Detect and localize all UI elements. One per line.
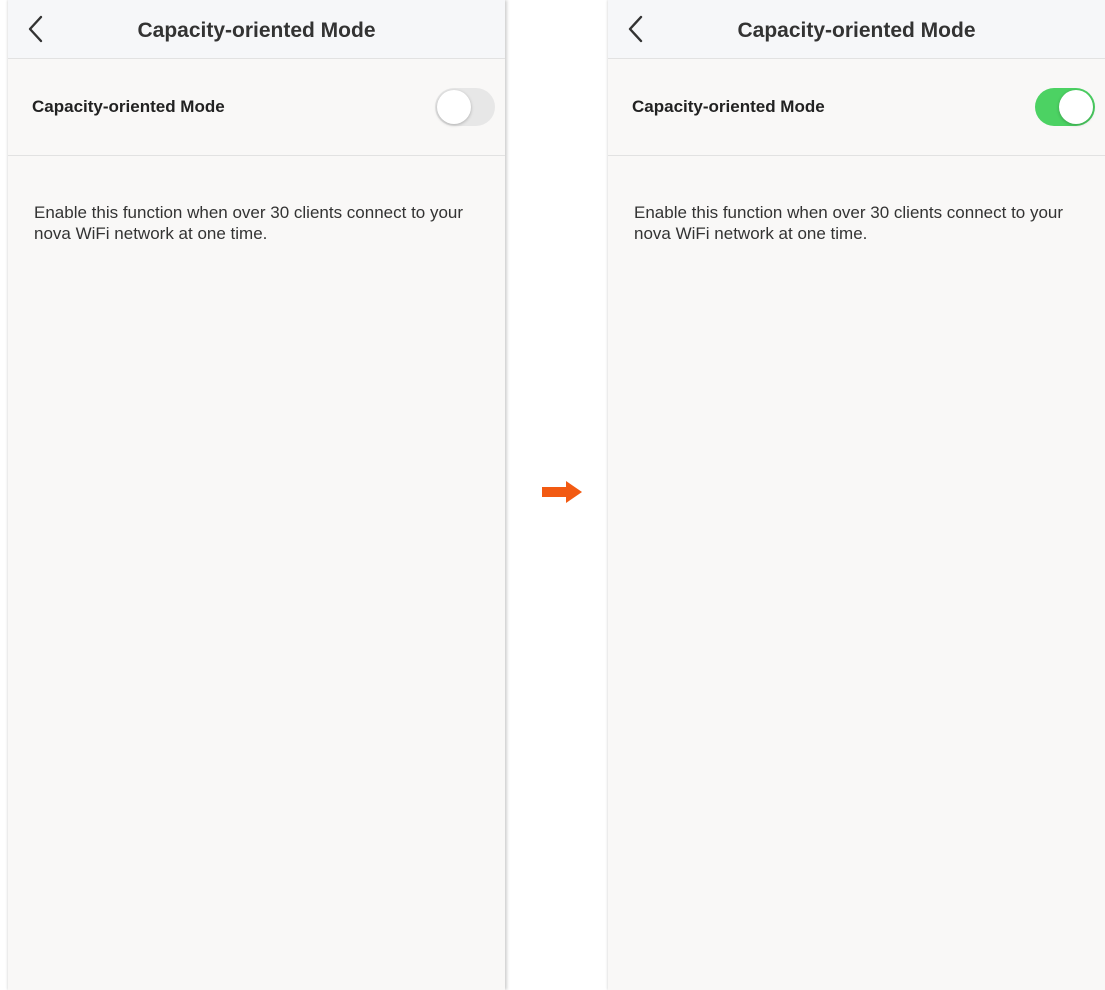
capacity-mode-toggle[interactable] <box>1035 88 1095 126</box>
page-title: Capacity-oriented Mode <box>737 19 976 42</box>
toggle-knob <box>1059 90 1093 124</box>
arrow-right-icon <box>542 481 582 503</box>
capacity-mode-row: Capacity-oriented Mode <box>8 59 505 156</box>
comparison-stage: Capacity-oriented Mode Capacity-oriented… <box>0 0 1105 990</box>
page-title: Capacity-oriented Mode <box>137 19 376 42</box>
capacity-mode-label: Capacity-oriented Mode <box>632 97 825 116</box>
screen-after: Capacity-oriented Mode Capacity-oriented… <box>608 0 1105 990</box>
description-text: Enable this function when over 30 client… <box>634 203 1064 243</box>
navigation-bar: Capacity-oriented Mode <box>608 0 1105 59</box>
capacity-mode-toggle[interactable] <box>435 88 495 126</box>
description-text: Enable this function when over 30 client… <box>34 203 464 243</box>
capacity-mode-row: Capacity-oriented Mode <box>608 59 1105 156</box>
screen-before: Capacity-oriented Mode Capacity-oriented… <box>8 0 505 990</box>
toggle-knob <box>437 90 471 124</box>
capacity-mode-label: Capacity-oriented Mode <box>32 97 225 116</box>
navigation-bar: Capacity-oriented Mode <box>8 0 505 59</box>
